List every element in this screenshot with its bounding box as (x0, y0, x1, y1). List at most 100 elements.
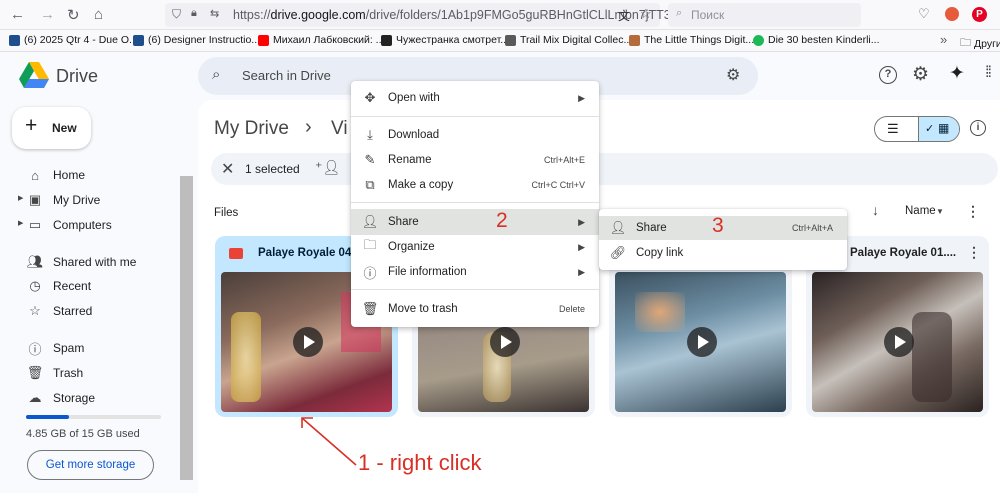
more-options-icon[interactable]: ⋮ (966, 203, 980, 220)
pocket-icon[interactable]: ♡ (918, 6, 930, 22)
bookmark-label: Михаил Лабковский: ... (273, 34, 385, 46)
extension-icon[interactable] (945, 7, 959, 21)
details-info-icon[interactable]: i (970, 120, 986, 136)
selection-count: 1 selected (245, 162, 300, 176)
menu-item-rename[interactable]: ✎ Rename Ctrl+Alt+E (351, 148, 599, 172)
play-icon[interactable] (687, 327, 717, 357)
sort-dropdown-icon[interactable]: ▼ (936, 207, 944, 216)
bookmark-label: (6) Designer Instructio... (148, 34, 261, 46)
apps-grid-icon[interactable]: ⁞⁞ (985, 64, 992, 82)
file-more-options-icon[interactable]: ⋮ (967, 244, 981, 261)
reload-icon[interactable]: ↻ (67, 6, 80, 24)
sidebar-item-trash[interactable]: 🗑︎ Trash (26, 363, 84, 383)
search-icon[interactable]: ⌕ (212, 66, 220, 83)
settings-gear-icon[interactable]: ⚙ (912, 63, 929, 86)
pinterest-icon[interactable]: P (972, 7, 987, 22)
step-3-annotation: 3 (712, 214, 724, 237)
bookmark-item[interactable]: Trail Mix Digital Collec... (505, 34, 632, 46)
view-toggle[interactable]: ☰ ✓ ▦ (874, 116, 960, 142)
submenu-arrow-icon: ▶ (578, 92, 585, 103)
play-icon[interactable] (490, 327, 520, 357)
play-icon[interactable] (884, 327, 914, 357)
bookmark-label: The Little Things Digit... (644, 34, 755, 46)
sidebar-item-computers[interactable]: ▭ Computers (26, 215, 112, 235)
sort-by-name[interactable]: Name (905, 205, 936, 217)
sidebar-item-storage[interactable]: ☁︎ Storage (26, 388, 96, 408)
bookmark-item[interactable]: (6) Designer Instructio... (133, 34, 260, 46)
bookmark-favicon-icon (133, 34, 144, 46)
submenu-arrow-icon: ▶ (578, 241, 585, 252)
menu-shortcut: Ctrl+Alt+E (543, 155, 585, 165)
bookmark-item[interactable]: Михаил Лабковский: ... (258, 34, 384, 46)
clear-selection-icon[interactable]: ✕ (221, 159, 234, 179)
home-browser-icon[interactable]: ⌂ (94, 6, 103, 23)
menu-item-make-copy[interactable]: ⧉ Make a copy Ctrl+C Ctrl+V (351, 173, 599, 197)
submenu-item-copy-link[interactable]: 🔗︎ Copy link (599, 241, 847, 265)
grid-view-button[interactable]: ✓ ▦ (918, 117, 959, 141)
get-more-storage-button[interactable]: Get more storage (27, 450, 154, 480)
bookmark-item[interactable]: (6) 2025 Qtr 4 - Due O... (9, 34, 138, 46)
clock-icon: ◷ (29, 278, 41, 293)
chevron-more-icon[interactable]: » (940, 32, 947, 47)
copy-icon: ⧉ (365, 177, 375, 192)
computers-icon: ▭ (28, 217, 42, 232)
bookmark-label: Die 30 besten Kinderli... (768, 34, 880, 46)
bookmark-item[interactable]: The Little Things Digit... (629, 34, 754, 46)
browser-search[interactable]: ⌕ Поиск (668, 3, 861, 27)
drive-logo-text[interactable]: Drive (56, 66, 98, 87)
help-icon[interactable]: ? (879, 66, 897, 84)
sidebar-item-label: Storage (53, 391, 96, 405)
url-text[interactable]: https://drive.google.com/drive/folders/1… (233, 8, 677, 22)
menu-item-label: Organize (388, 241, 435, 253)
video-thumbnail[interactable] (812, 272, 983, 412)
url-bar[interactable]: ⛉ 🔒︎ ⇆ https://drive.google.com/drive/fo… (165, 3, 677, 27)
new-button[interactable]: + New (12, 107, 91, 149)
sidebar-item-starred[interactable]: ☆ Starred (26, 301, 92, 321)
folder-icon: 🗀 (960, 37, 971, 49)
gemini-sparkle-icon[interactable]: ✦ (949, 62, 965, 85)
sidebar-item-home[interactable]: ⌂ Home (26, 165, 85, 185)
bookmark-label: (6) 2025 Qtr 4 - Due O... (24, 34, 138, 46)
bookmark-favicon-icon (381, 34, 392, 46)
browser-search-placeholder: Поиск (691, 8, 725, 22)
menu-item-share[interactable]: 👤︎ Share ▶ (351, 209, 599, 235)
expand-arrow-icon[interactable]: ▶ (18, 194, 23, 202)
person-add-icon: 👤︎ (609, 220, 627, 235)
back-icon[interactable]: ← (10, 6, 25, 23)
play-icon[interactable] (293, 327, 323, 357)
share-person-icon[interactable]: ⁺👤︎ (315, 159, 340, 176)
drive-logo-icon[interactable] (19, 62, 49, 90)
bookmark-star-icon[interactable]: ☆ (640, 6, 652, 22)
permissions-icon[interactable]: ⇆ (210, 7, 219, 20)
home-icon: ⌂ (31, 167, 39, 183)
sidebar-item-shared[interactable]: 👥︎ Shared with me (26, 252, 137, 272)
folder-icon: 🗀 (363, 237, 377, 252)
sidebar-item-my-drive[interactable]: ▣ My Drive (26, 190, 101, 210)
sidebar-scrollbar[interactable] (180, 176, 193, 480)
search-options-icon[interactable]: ⚙︎ (726, 65, 740, 85)
bookmark-item[interactable]: Die 30 besten Kinderli... (753, 34, 879, 46)
bookmark-item[interactable]: Чужестранка смотрет... (381, 34, 509, 46)
menu-shortcut: Ctrl+C Ctrl+V (531, 180, 585, 190)
lock-icon[interactable]: 🔒︎ (191, 7, 197, 20)
menu-item-organize[interactable]: 🗀 Organize ▶ (351, 235, 599, 259)
forward-icon[interactable]: → (40, 6, 55, 23)
translate-icon[interactable]: 文 (618, 7, 630, 24)
storage-text: 4.85 GB of 15 GB used (26, 428, 140, 440)
expand-arrow-icon[interactable]: ▶ (18, 219, 23, 227)
menu-item-move-to-trash[interactable]: 🗑︎ Move to trash Delete (351, 297, 599, 321)
breadcrumb-current[interactable]: Vi (331, 118, 348, 140)
menu-item-open-with[interactable]: ✥ Open with ▶ (351, 86, 599, 110)
breadcrumb-root[interactable]: My Drive (214, 118, 289, 140)
menu-item-file-information[interactable]: ⓘ File information ▶ (351, 260, 599, 284)
list-view-icon[interactable]: ☰ (887, 121, 899, 137)
sidebar-item-recent[interactable]: ◷ Recent (26, 276, 91, 296)
menu-shortcut: Ctrl+Alt+A (791, 223, 833, 233)
spotify-icon (753, 34, 764, 46)
video-thumbnail[interactable] (615, 272, 786, 412)
menu-item-download[interactable]: ⤓ Download (351, 123, 599, 147)
sort-direction-icon[interactable]: ↓ (872, 202, 879, 218)
sidebar-item-spam[interactable]: ⓘ Spam (26, 338, 84, 358)
bookmark-folder[interactable]: 🗀 Други (960, 34, 1000, 53)
shield-icon[interactable]: ⛉ (172, 7, 181, 22)
